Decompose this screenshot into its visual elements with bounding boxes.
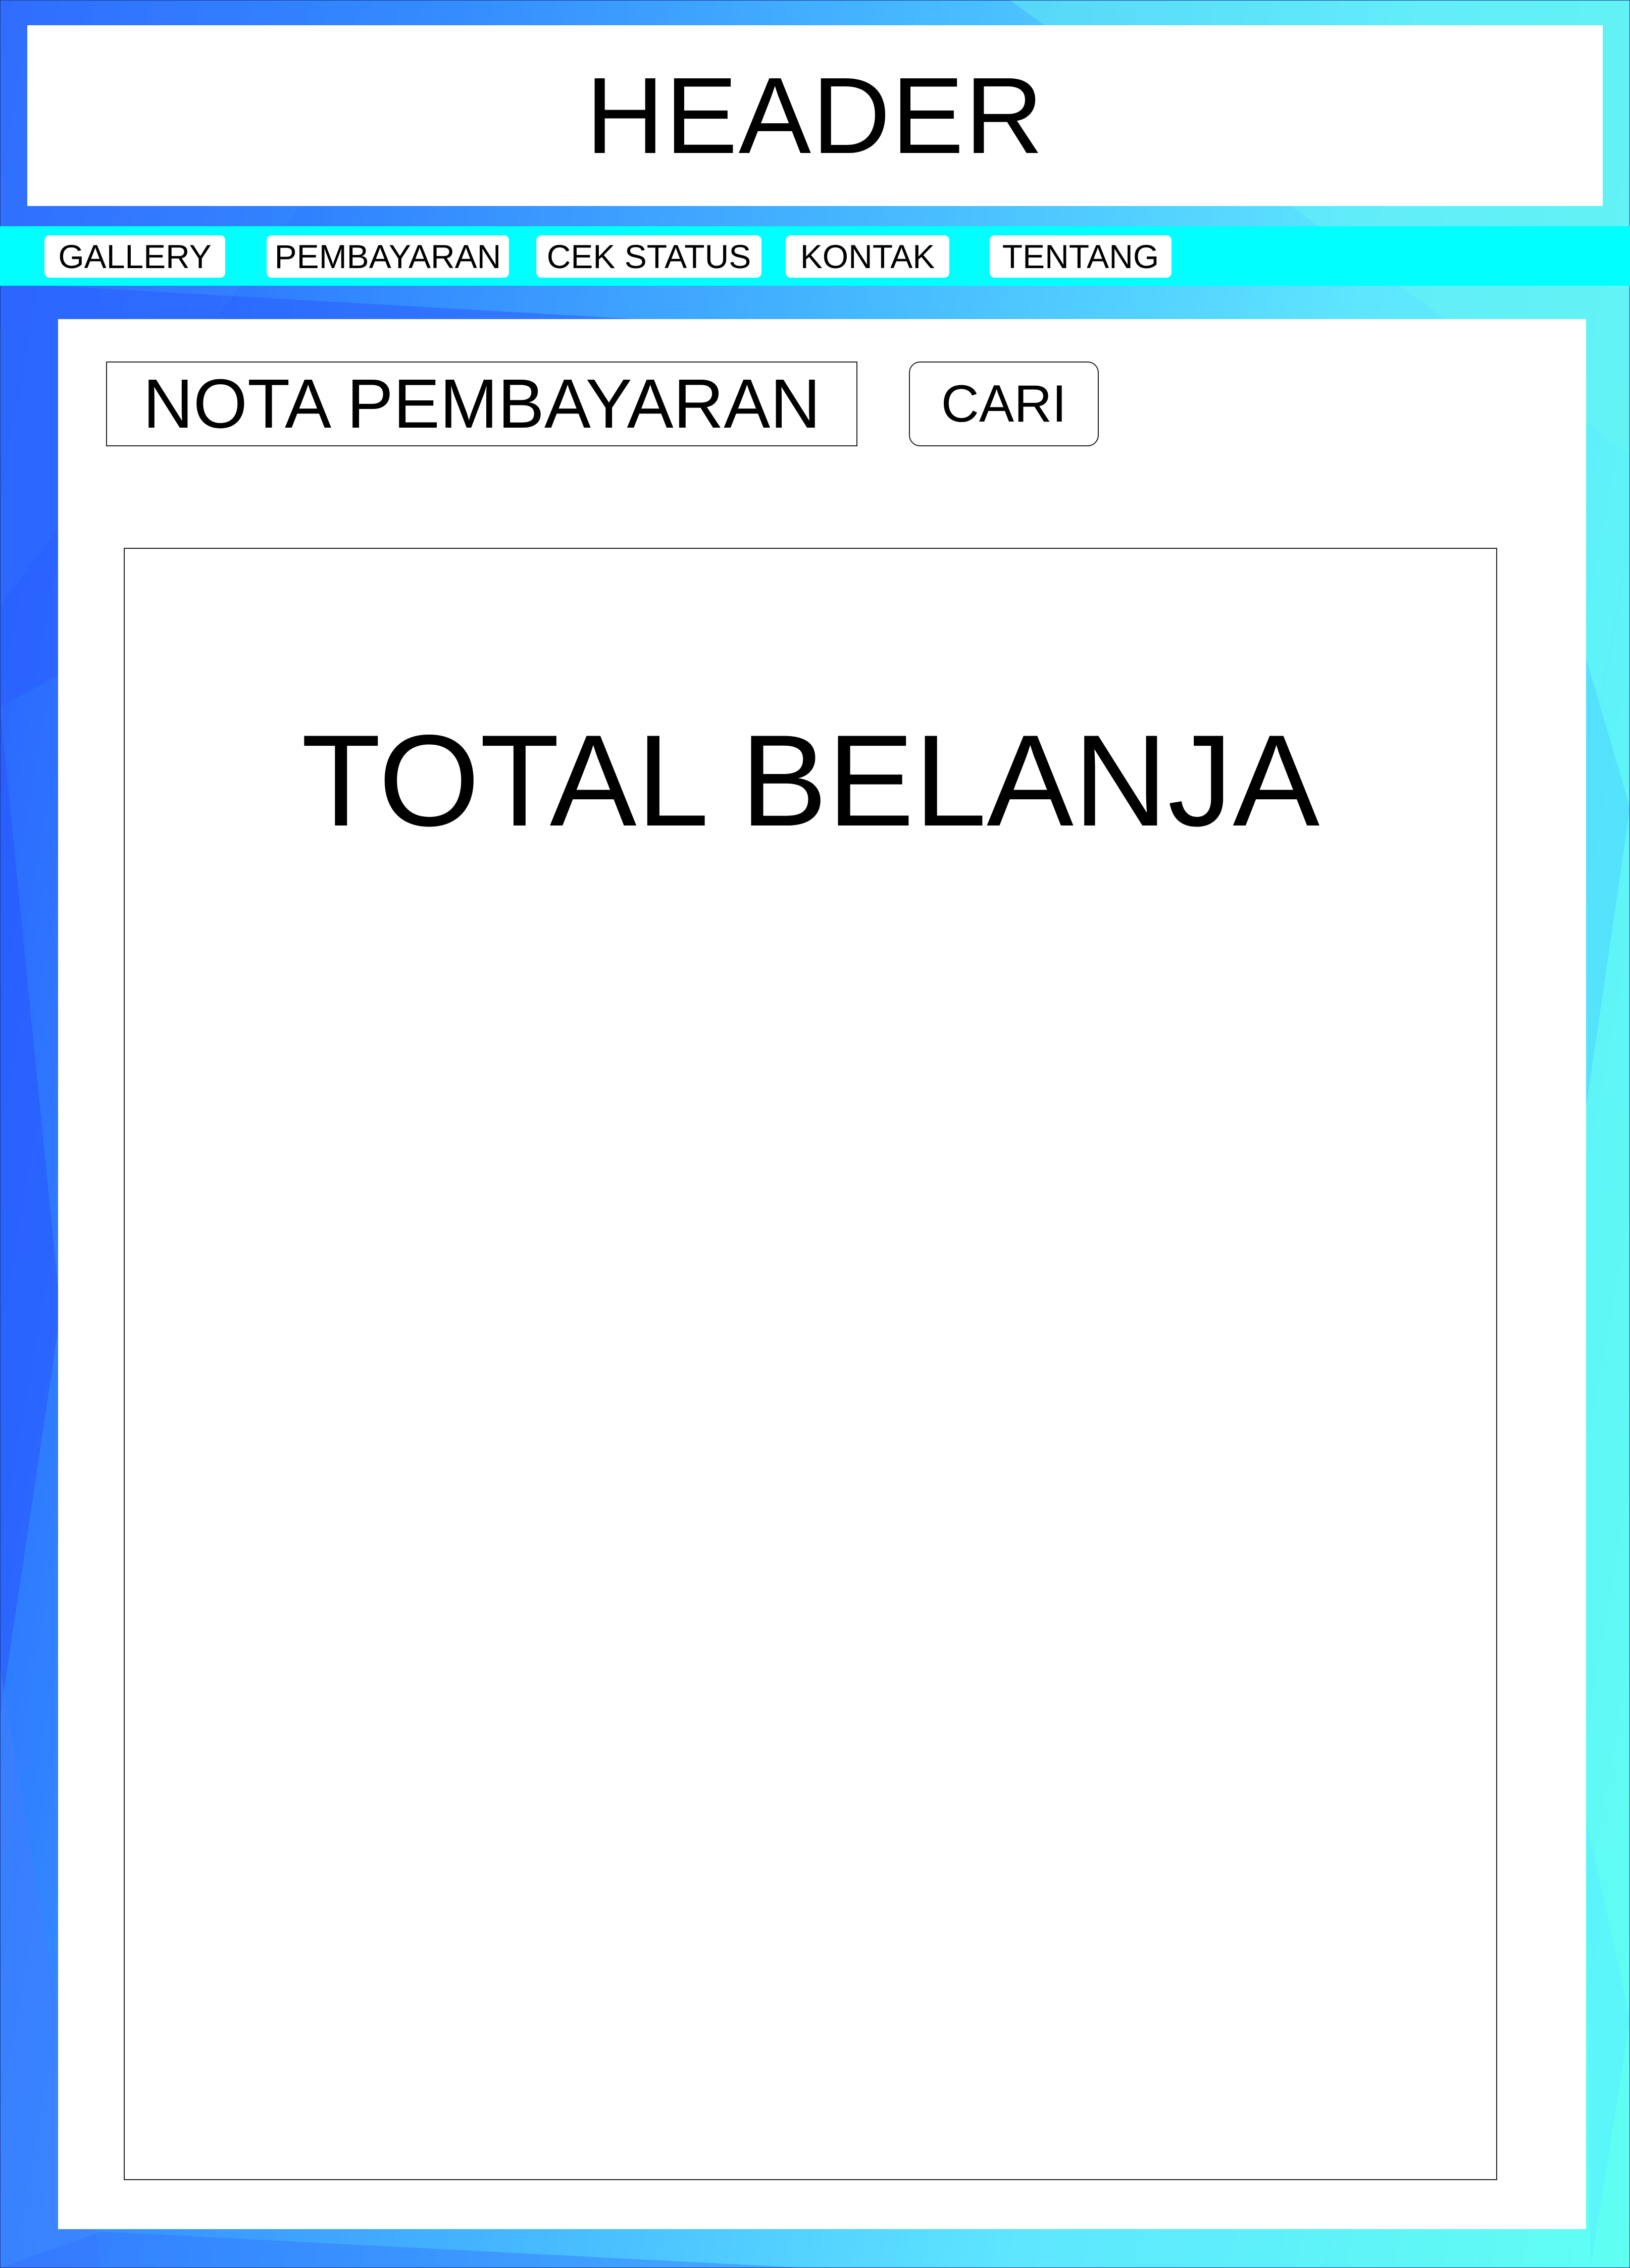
cari-button[interactable]: CARI bbox=[909, 362, 1099, 446]
nav-item-tentang[interactable]: TENTANG bbox=[990, 235, 1171, 278]
nav-item-kontak[interactable]: KONTAK bbox=[786, 235, 949, 278]
nav-item-pembayaran[interactable]: PEMBAYARAN bbox=[267, 235, 509, 278]
nav-item-gallery[interactable]: GALLERY bbox=[44, 235, 225, 278]
nav-item-cek-status[interactable]: CEK STATUS bbox=[536, 235, 761, 278]
receipt-box: TOTAL BELANJA bbox=[124, 548, 1497, 2180]
nota-search-input[interactable]: NOTA PEMBAYARAN bbox=[106, 362, 857, 446]
total-belanja-title: TOTAL BELANJA bbox=[301, 707, 1320, 853]
header-title: HEADER bbox=[585, 55, 1044, 176]
header-banner: HEADER bbox=[27, 25, 1603, 206]
